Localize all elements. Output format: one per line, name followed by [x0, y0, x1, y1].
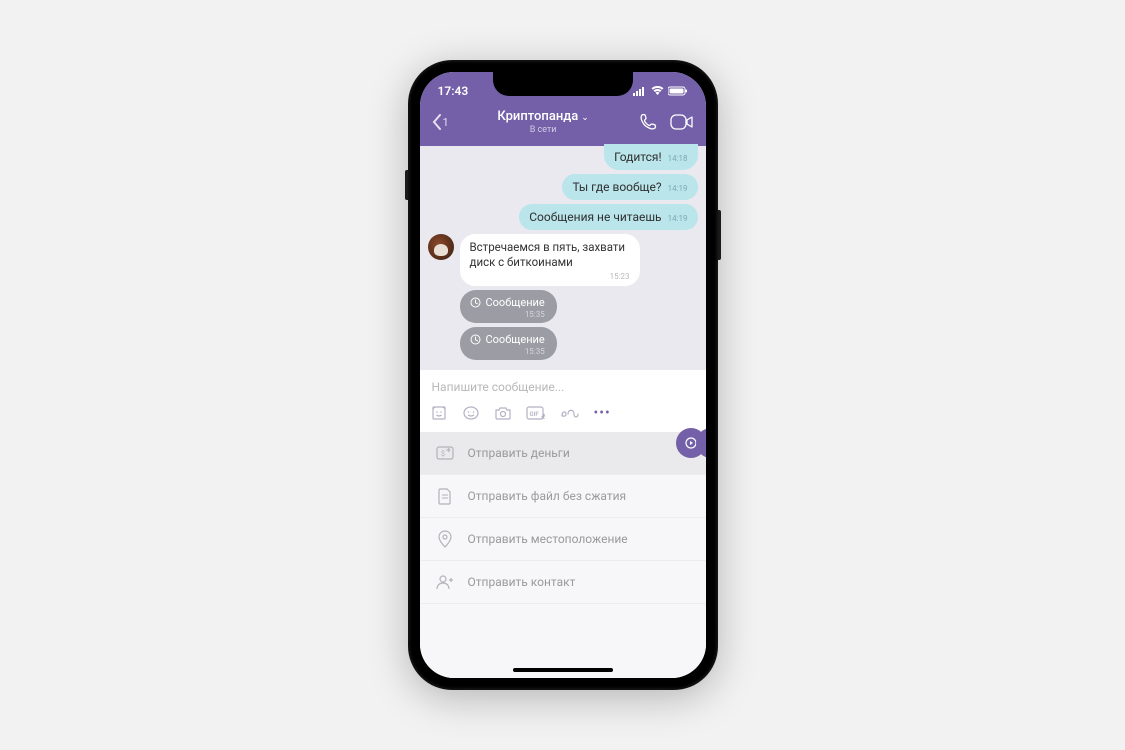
chat-status: В сети: [449, 125, 638, 135]
message-time: 15:23: [470, 272, 630, 282]
message-text: Сообщения не читаешь: [529, 210, 661, 224]
status-time: 17:43: [438, 84, 469, 98]
message-text: Ты где вообще?: [572, 180, 661, 194]
voice-call-button[interactable]: [638, 112, 658, 132]
chat-area[interactable]: Годится! 14:18 Ты где вообще? 14:19 Сооб…: [420, 146, 706, 370]
outgoing-message[interactable]: Годится! 14:18: [604, 144, 697, 170]
signal-icon: [633, 86, 647, 96]
menu-send-money[interactable]: $ Отправить деньги: [420, 432, 706, 475]
file-icon: [436, 487, 454, 505]
message-time: 14:19: [668, 214, 688, 223]
video-call-button[interactable]: [670, 114, 694, 130]
message-time: 15:35: [470, 310, 545, 319]
chevron-down-icon: ⌄: [581, 113, 589, 123]
menu-label: Отправить контакт: [468, 575, 576, 589]
menu-label: Отправить файл без сжатия: [468, 489, 627, 503]
message-time: 14:19: [668, 184, 688, 193]
nav-row: 1 Криптопанда⌄ В сети: [420, 102, 706, 146]
wifi-icon: [651, 86, 664, 96]
menu-label: Отправить деньги: [468, 446, 570, 460]
sticker-icon[interactable]: [430, 404, 448, 422]
message-text: Годится!: [614, 150, 661, 164]
chat-title-block[interactable]: Криптопанда⌄ В сети: [449, 109, 638, 135]
screen: 17:43 1: [420, 72, 706, 678]
menu-label: Отправить местоположение: [468, 532, 628, 546]
message-text: Встречаемся в пять, захвати диск с битко…: [470, 240, 626, 269]
more-icon[interactable]: •••: [594, 405, 611, 421]
phone-frame: 17:43 1: [408, 60, 718, 690]
camera-icon[interactable]: [494, 405, 512, 421]
back-button[interactable]: 1: [432, 114, 449, 130]
compose-bar: Напишите сообщение... GIF •••: [420, 370, 706, 432]
menu-send-file[interactable]: Отправить файл без сжатия: [420, 475, 706, 518]
outgoing-message[interactable]: Сообщения не читаешь 14:19: [519, 204, 697, 230]
chat-title-text: Криптопанда: [497, 109, 578, 124]
clock-icon: [470, 297, 481, 308]
menu-send-contact[interactable]: Отправить контакт: [420, 561, 706, 604]
gif-icon[interactable]: GIF: [526, 405, 546, 421]
message-text: Сообщение: [486, 333, 545, 346]
message-input[interactable]: Напишите сообщение...: [430, 378, 696, 402]
notch: [493, 72, 633, 96]
home-indicator[interactable]: [513, 668, 613, 672]
doodle-icon[interactable]: [560, 406, 580, 420]
incoming-message[interactable]: Встречаемся в пять, захвати диск с битко…: [460, 234, 640, 286]
message-time: 15:35: [470, 347, 545, 356]
attachment-menu: $ Отправить деньги Отправить файл без сж…: [420, 432, 706, 678]
outgoing-message[interactable]: Ты где вообще? 14:19: [562, 174, 697, 200]
clock-icon: [470, 334, 481, 345]
location-icon: [436, 530, 454, 548]
svg-text:GIF: GIF: [529, 411, 539, 418]
avatar[interactable]: [428, 234, 454, 260]
timed-message[interactable]: Сообщение 15:35: [460, 327, 557, 360]
message-time: 14:18: [668, 154, 688, 163]
message-text: Сообщение: [486, 296, 545, 309]
money-icon: $: [436, 444, 454, 462]
svg-text:$: $: [441, 450, 445, 458]
status-icons: [633, 86, 688, 96]
battery-icon: [668, 86, 688, 96]
menu-send-location[interactable]: Отправить местоположение: [420, 518, 706, 561]
emoji-icon[interactable]: [462, 404, 480, 422]
timed-message[interactable]: Сообщение 15:35: [460, 290, 557, 323]
contact-icon: [436, 573, 454, 591]
